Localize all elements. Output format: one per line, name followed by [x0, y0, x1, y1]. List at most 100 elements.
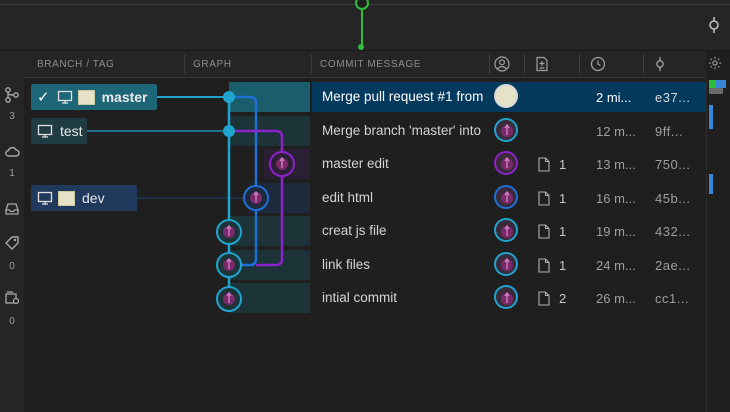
remotes-item[interactable]: 1: [0, 144, 24, 179]
left-rail: 3 1 0 0: [0, 51, 24, 412]
author-avatar: [494, 151, 518, 175]
graph-highlight: [229, 250, 310, 280]
graph-highlight: [229, 283, 310, 313]
column-divider[interactable]: [579, 54, 580, 74]
commit-message: edit html: [322, 190, 374, 205]
column-divider[interactable]: [311, 54, 312, 74]
branch-icon: [5, 87, 19, 103]
commit-date: 13 m...: [596, 157, 636, 172]
author-avatar: [494, 285, 518, 309]
minimap-marker-green: [709, 80, 716, 88]
commit-message: intial commit: [322, 290, 398, 305]
tags-item[interactable]: 0: [0, 235, 24, 272]
column-branch-tag[interactable]: BRANCH / TAG: [37, 59, 114, 70]
commit-message: creat js file: [322, 223, 387, 238]
commit-row[interactable]: master edit 1 13 m... 750...: [24, 148, 706, 181]
avatar-thumbnail: [77, 89, 95, 105]
file-icon: [538, 191, 550, 206]
file-icon: [538, 157, 550, 172]
graph-highlight: [229, 216, 310, 246]
fetch-indicator-dot: [358, 44, 364, 50]
author-avatar: [494, 218, 518, 242]
branch-label: test: [60, 123, 83, 139]
branch-label: master: [101, 89, 148, 105]
commit-date: 19 m...: [596, 224, 636, 239]
branch-label: dev: [82, 190, 105, 206]
local-computer-icon: [37, 191, 53, 205]
file-icon: [538, 224, 550, 239]
stashes-item[interactable]: [0, 201, 24, 217]
author-avatar: [494, 185, 518, 209]
inbox-icon: [5, 203, 19, 215]
worktree-icon: [5, 291, 20, 305]
column-divider[interactable]: [643, 54, 644, 74]
clock-icon[interactable]: [590, 56, 606, 72]
commit-row[interactable]: creat js file 1 19 m... 432...: [24, 215, 706, 248]
file-icon: [538, 291, 550, 306]
commit-sha: 45b...: [655, 191, 691, 206]
branches-count: 3: [9, 111, 15, 122]
commit-sha: cc1...: [655, 291, 690, 306]
commit-sha: 2ae...: [655, 258, 691, 273]
sha-icon[interactable]: [652, 56, 668, 72]
worktrees-item[interactable]: 0: [0, 290, 24, 327]
column-graph[interactable]: GRAPH: [193, 59, 232, 70]
commit-sha: 9ff...: [655, 124, 684, 139]
commit-date: 24 m...: [596, 258, 636, 273]
commit-row[interactable]: Merge branch 'master' into 12 m... 9ff..…: [24, 115, 706, 148]
minimap-marker-gray: [709, 88, 723, 94]
tag-icon: [5, 236, 19, 250]
author-icon[interactable]: [494, 56, 510, 72]
commit-row[interactable]: link files 1 24 m... 2ae...: [24, 249, 706, 282]
graph-highlight: [229, 82, 310, 112]
column-divider[interactable]: [184, 54, 185, 74]
commit-sha: 432...: [655, 224, 691, 239]
commit-date: 26 m...: [596, 291, 636, 306]
author-avatar: [494, 84, 518, 108]
graph-highlight: [249, 183, 310, 213]
files-changed-count: 1: [559, 224, 567, 239]
avatar-thumbnail: [58, 190, 75, 206]
checked-out-check-icon: ✓: [37, 89, 50, 106]
branch-ref-test[interactable]: test: [31, 118, 87, 144]
minimap-marker: [709, 105, 713, 129]
commit-sha: e37...: [655, 90, 691, 105]
commit-date: 16 m...: [596, 191, 636, 206]
tags-count: 0: [9, 261, 15, 272]
local-computer-icon: [57, 90, 72, 104]
graph-highlight: [264, 149, 310, 179]
commit-row[interactable]: intial commit 2 26 m... cc1...: [24, 282, 706, 315]
branch-ref-dev[interactable]: dev: [31, 185, 137, 211]
remotes-count: 1: [9, 168, 15, 179]
column-header: BRANCH / TAG GRAPH COMMIT MESSAGE: [24, 51, 706, 78]
commit-message: link files: [322, 257, 371, 272]
commit-message: master edit: [322, 156, 389, 171]
files-changed-count: 1: [559, 258, 567, 273]
commit-date: 12 m...: [596, 124, 636, 139]
author-avatar: [494, 252, 518, 276]
author-avatar: [494, 118, 518, 142]
files-changed-count: 1: [559, 191, 567, 206]
commit-message: Merge pull request #1 from: [322, 89, 484, 104]
commit-date: 2 mi...: [596, 90, 632, 105]
minimap-marker: [709, 174, 713, 194]
commit-icon[interactable]: [706, 17, 722, 33]
toolbar: [0, 0, 730, 51]
settings-gear-icon[interactable]: [708, 56, 722, 70]
branch-ref-master[interactable]: ✓ master: [31, 84, 157, 110]
graph-highlight: [229, 116, 310, 146]
cloud-icon: [5, 146, 20, 157]
worktrees-count: 0: [9, 316, 15, 327]
commit-message: Merge branch 'master' into: [322, 123, 481, 138]
changes-icon[interactable]: [534, 56, 550, 72]
column-commit-message[interactable]: COMMIT MESSAGE: [320, 59, 421, 70]
column-divider[interactable]: [524, 54, 525, 74]
column-divider[interactable]: [489, 54, 490, 74]
file-icon: [538, 258, 550, 273]
fetch-indicator-icon[interactable]: [355, 0, 369, 10]
commit-sha: 750...: [655, 157, 691, 172]
files-changed-count: 1: [559, 157, 567, 172]
files-changed-count: 2: [559, 291, 567, 306]
scrollbar[interactable]: [706, 77, 730, 412]
branches-item[interactable]: 3: [0, 87, 24, 122]
